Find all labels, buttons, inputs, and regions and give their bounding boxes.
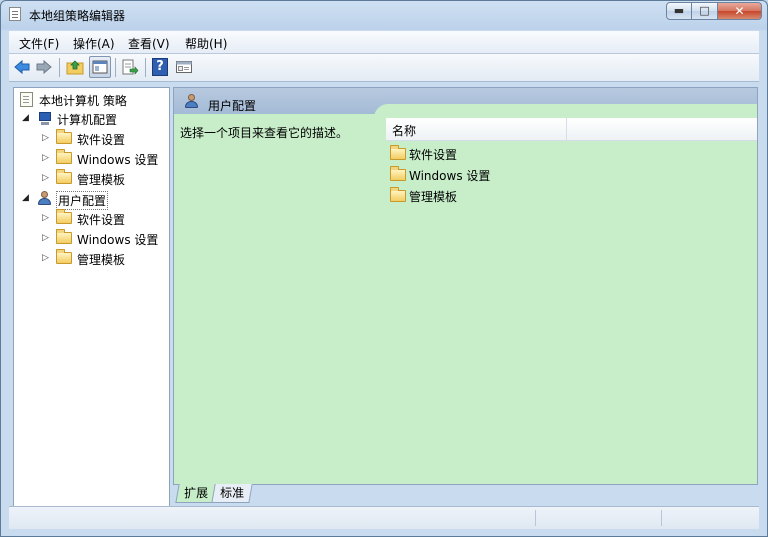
description-text: 选择一个项目来查看它的描述。 — [180, 126, 349, 140]
user-icon — [184, 94, 200, 109]
menu-view[interactable]: 查看(V) — [128, 35, 170, 52]
folder-icon — [56, 209, 72, 224]
details-pane: 用户配置 选择一个项目来查看它的描述。 名称 软件设置 Windows 设置 管… — [173, 87, 758, 485]
close-button[interactable]: ✕ — [718, 2, 762, 20]
window-title: 本地组策略编辑器 — [29, 9, 126, 23]
minimize-button[interactable]: ▬ — [666, 2, 692, 20]
expanded-arrow-icon[interactable]: ◢ — [22, 113, 29, 123]
toolbar: ? — [9, 54, 759, 82]
toolbar-separator — [145, 58, 146, 77]
tab-baseline — [243, 484, 758, 485]
tab-label: 标准 — [220, 486, 245, 500]
tree-item-label: 管理模板 — [77, 253, 126, 267]
list-item-label: Windows 设置 — [409, 169, 491, 183]
properties-icon[interactable] — [175, 58, 193, 76]
console-tree-button[interactable] — [89, 56, 111, 78]
console-tree-icon — [92, 60, 108, 74]
column-divider[interactable] — [566, 118, 567, 140]
user-icon — [37, 191, 53, 206]
toolbar-separator — [115, 58, 116, 77]
app-window: 本地组策略编辑器 ▬ □ ✕ 文件(F) 操作(A) 查看(V) 帮助(H) ?… — [0, 0, 768, 537]
collapsed-arrow-icon[interactable]: ▷ — [42, 253, 49, 263]
folder-icon — [390, 166, 406, 181]
status-divider — [661, 510, 662, 526]
tree-item-label: 计算机配置 — [57, 113, 118, 127]
collapsed-arrow-icon[interactable]: ▷ — [42, 133, 49, 143]
folder-icon — [56, 149, 72, 164]
folder-icon — [56, 129, 72, 144]
list-item-label: 软件设置 — [409, 148, 458, 162]
view-tabs: 扩展 标准 — [173, 484, 758, 504]
menu-file[interactable]: 文件(F) — [19, 35, 59, 52]
expanded-arrow-icon[interactable]: ◢ — [22, 193, 29, 203]
folder-icon — [56, 229, 72, 244]
tree-item-label: Windows 设置 — [77, 233, 159, 247]
back-arrow-icon[interactable] — [13, 58, 31, 76]
window-controls: ▬ □ ✕ — [666, 2, 762, 21]
status-divider — [535, 510, 536, 526]
folder-icon — [56, 169, 72, 184]
help-icon[interactable]: ? — [152, 58, 168, 76]
tab-label: 扩展 — [184, 486, 209, 500]
tree-item-label: 用户配置 — [56, 191, 109, 210]
tree-item-label: 软件设置 — [77, 133, 126, 147]
toolbar-separator — [59, 58, 60, 77]
tree-item-label: 管理模板 — [77, 173, 126, 187]
policy-document-icon — [20, 92, 33, 107]
export-list-icon[interactable] — [121, 58, 139, 76]
title-bar[interactable]: 本地组策略编辑器 ▬ □ ✕ — [1, 1, 767, 29]
tree-item-label: 软件设置 — [77, 213, 126, 227]
menu-help[interactable]: 帮助(H) — [185, 35, 227, 52]
collapsed-arrow-icon[interactable]: ▷ — [42, 153, 49, 163]
collapsed-arrow-icon[interactable]: ▷ — [42, 213, 49, 223]
policy-editor-icon — [9, 7, 21, 21]
computer-icon — [37, 111, 53, 126]
status-bar — [9, 506, 759, 529]
column-header-name[interactable]: 名称 — [392, 122, 416, 139]
up-folder-icon[interactable] — [66, 58, 84, 76]
menu-action[interactable]: 操作(A) — [73, 35, 115, 52]
tree-item-label: Windows 设置 — [77, 153, 159, 167]
list-header: 名称 — [386, 118, 757, 141]
list-item-label: 管理模板 — [409, 190, 458, 204]
tree-item-label: 本地计算机 策略 — [39, 94, 127, 108]
maximize-button[interactable]: □ — [692, 2, 718, 20]
tab-extended[interactable]: 扩展 — [175, 484, 217, 503]
menu-bar: 文件(F) 操作(A) 查看(V) 帮助(H) — [9, 31, 759, 54]
folder-icon — [390, 187, 406, 202]
collapsed-arrow-icon[interactable]: ▷ — [42, 173, 49, 183]
collapsed-arrow-icon[interactable]: ▷ — [42, 233, 49, 243]
tab-standard[interactable]: 标准 — [211, 484, 253, 503]
forward-arrow-icon[interactable] — [35, 58, 53, 76]
console-tree: 本地计算机 策略 ◢ 计算机配置 ▷ 软件设置 ▷ Windows 设置 ▷ 管… — [13, 87, 170, 507]
details-title: 用户配置 — [208, 99, 257, 113]
folder-icon — [390, 145, 406, 160]
folder-icon — [56, 249, 72, 264]
